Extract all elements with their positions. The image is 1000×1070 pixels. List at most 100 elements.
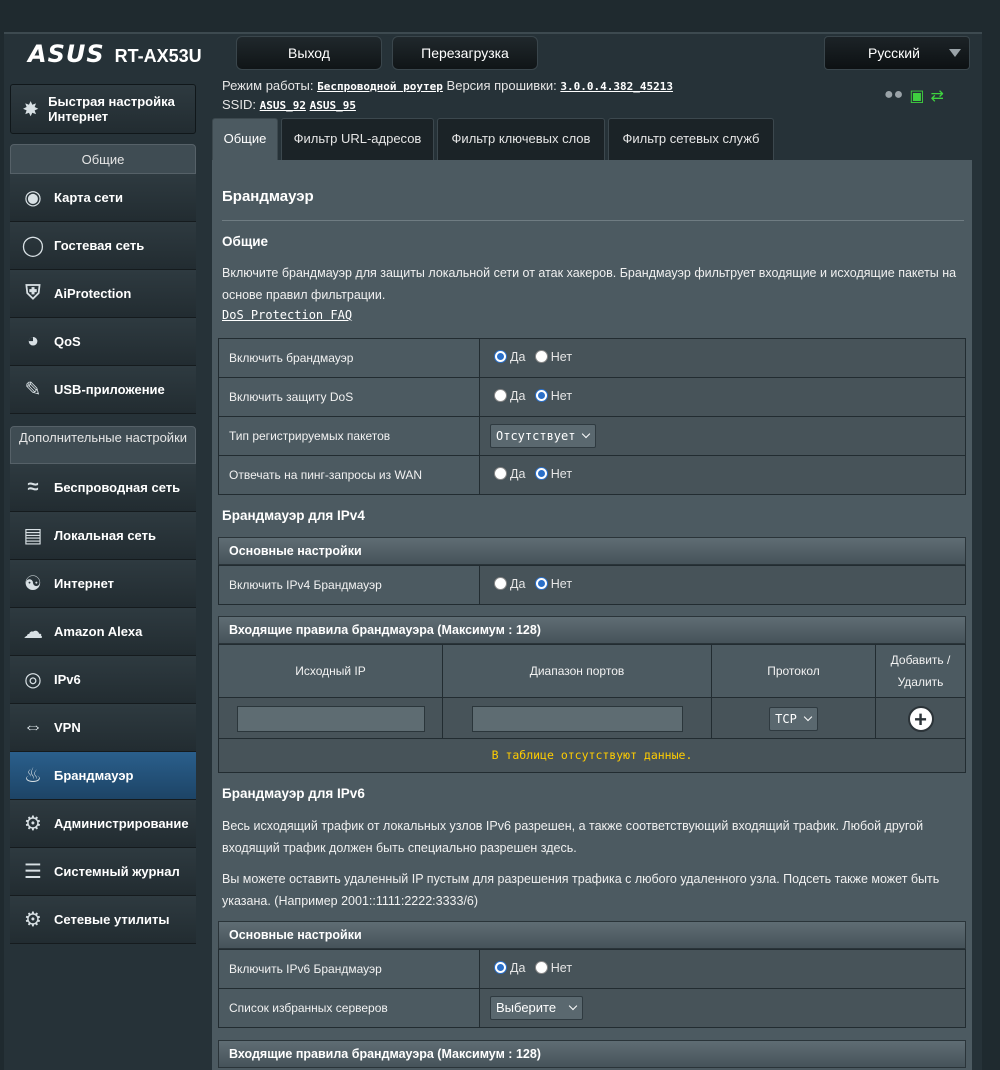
radio-dot[interactable] xyxy=(494,350,507,364)
enable-dos-yes[interactable]: Да xyxy=(494,389,525,403)
add-rule-button[interactable]: + xyxy=(907,705,934,732)
sidebar-item-aiprotection[interactable]: ⛨ AiProtection xyxy=(10,270,196,318)
source-ip-input[interactable] xyxy=(236,705,425,732)
firmware-link[interactable]: 3.0.0.4.382_45213 xyxy=(560,80,673,93)
sidebar-item-ipv6[interactable]: ◎ IPv6 xyxy=(10,656,196,704)
radio-dot[interactable] xyxy=(494,389,507,403)
protocol-select[interactable]: TCP xyxy=(769,706,818,731)
row-log-type: Тип регистрируемых пакетов Отсутствует xyxy=(218,416,966,456)
fav-servers-label: Список избранных серверов xyxy=(218,988,480,1028)
brand-text: ASUS xyxy=(28,40,105,68)
ssid-link-1[interactable]: ASUS_92 xyxy=(260,99,306,112)
radio-dot[interactable] xyxy=(534,961,548,975)
enable-ipv4-no[interactable]: Нет xyxy=(534,576,573,591)
sidebar-item-vpn[interactable]: ⇔ VPN xyxy=(10,704,196,752)
mode-firmware-line: Режим работы: Беспроводной роутер Версия… xyxy=(222,78,673,93)
ping-wan-options: Да Нет xyxy=(479,455,966,495)
dos-faq-link[interactable]: DoS Protection FAQ xyxy=(222,308,352,322)
enable-ipv6-no[interactable]: Нет xyxy=(534,961,572,975)
radio-dot[interactable] xyxy=(494,577,507,591)
vpn-icon: ⇔ xyxy=(23,716,43,738)
admin-gear-icon: ⚙ xyxy=(24,813,42,835)
enable-ipv4-yes[interactable]: Да xyxy=(494,577,525,591)
page-title: Брандмауэр xyxy=(222,188,314,205)
sidebar-item-network-map[interactable]: ◉ Карта сети xyxy=(10,174,196,222)
enable-ipv6-options: Да Нет xyxy=(479,949,966,989)
internet-icon: ☯ xyxy=(24,573,42,595)
alexa-icon: ☁ xyxy=(23,621,43,643)
sidebar-item-network-tools[interactable]: ⚙ Сетевые утилиты xyxy=(10,896,196,944)
tab-keyword-filter[interactable]: Фильтр ключевых слов xyxy=(437,118,605,160)
enable-ipv6-label: Включить IPv6 Брандмауэр xyxy=(218,949,480,989)
inbound-rules-bar: Входящие правила брандмауэра (Максимум :… xyxy=(218,616,966,644)
sidebar-item-administration[interactable]: ⚙ Администрирование xyxy=(10,800,196,848)
sidebar-item-wireless[interactable]: ≈ Беспроводная сеть xyxy=(10,464,196,512)
sidebar-item-usb-app[interactable]: ✎ USB-приложение xyxy=(10,366,196,414)
ping-wan-label: Отвечать на пинг-запросы из WAN xyxy=(218,455,480,495)
radio-dot[interactable] xyxy=(534,467,548,481)
ping-wan-no[interactable]: Нет xyxy=(534,466,573,481)
tab-general[interactable]: Общие xyxy=(212,118,278,160)
enable-dos-options: Да Нет xyxy=(479,377,966,417)
ipv6-settings-table: Включить IPv6 Брандмауэр Да Нет Список и… xyxy=(218,949,966,1028)
port-range-input[interactable] xyxy=(471,705,683,732)
connection-icon[interactable]: ▣ xyxy=(909,86,924,106)
radio-dot[interactable] xyxy=(494,467,507,481)
sidebar-item-label: Гостевая сеть xyxy=(54,238,145,253)
ipv6-inbound-rules-bar: Входящие правила брандмауэра (Максимум :… xyxy=(218,1040,966,1068)
protocol-cell: TCP xyxy=(711,697,876,740)
row-enable-firewall: Включить брандмауэр Да Нет xyxy=(218,338,966,378)
quick-internet-setup[interactable]: ✸ Быстрая настройка Интернет xyxy=(10,84,196,134)
general-settings-table: Включить брандмауэр Да Нет Включить защи… xyxy=(218,338,966,495)
enable-firewall-no[interactable]: Нет xyxy=(534,350,572,364)
port-range-cell xyxy=(442,697,712,740)
enable-firewall-label: Включить брандмауэр xyxy=(218,338,480,378)
ipv6-description-1: Весь исходящий трафик от локальных узлов… xyxy=(222,819,924,855)
yes-label: Да xyxy=(510,960,526,975)
sidebar-item-label: IPv6 xyxy=(54,672,81,687)
sidebar-item-label: USB-приложение xyxy=(54,382,165,397)
sidebar-item-firewall[interactable]: ♨ Брандмауэр xyxy=(10,752,196,800)
ssid-line: SSID: ASUS_92 ASUS_95 xyxy=(222,97,356,112)
radio-dot[interactable] xyxy=(534,350,548,364)
enable-ipv6-yes[interactable]: Да xyxy=(494,961,525,975)
log-type-select[interactable]: Отсутствует xyxy=(490,424,597,448)
enable-firewall-yes[interactable]: Да xyxy=(494,350,525,364)
language-select[interactable]: Русский xyxy=(824,36,970,70)
ipv6-basic-settings-bar: Основные настройки xyxy=(218,921,966,949)
sidebar-item-alexa[interactable]: ☁ Amazon Alexa xyxy=(10,608,196,656)
sidebar-item-qos[interactable]: ◕ QoS xyxy=(10,318,196,366)
radio-dot[interactable] xyxy=(534,389,548,403)
sidebar-item-lan[interactable]: ▤ Локальная сеть xyxy=(10,512,196,560)
sidebar-item-label: AiProtection xyxy=(54,286,132,301)
col-add-remove: Добавить / Удалить xyxy=(875,644,966,698)
radio-dot[interactable] xyxy=(494,961,507,975)
log-type-value: Отсутствует xyxy=(496,429,576,443)
usb-icon[interactable]: ⇄ xyxy=(930,86,943,106)
model-name: RT-AX53U xyxy=(114,46,202,66)
enable-dos-no[interactable]: Нет xyxy=(534,388,573,403)
qos-icon: ◕ xyxy=(26,330,40,352)
no-label: Нет xyxy=(550,388,573,403)
wireless-icon: ≈ xyxy=(27,476,39,498)
col-source-ip: Исходный IP xyxy=(218,644,443,698)
no-label: Нет xyxy=(550,466,573,481)
advanced-header: Дополнительные настройки xyxy=(10,426,196,464)
usb-app-icon: ✎ xyxy=(24,379,42,401)
source-ip-cell xyxy=(218,697,443,740)
logout-button[interactable]: Выход xyxy=(236,36,382,70)
sidebar-item-label: VPN xyxy=(54,720,81,735)
sidebar-item-internet[interactable]: ☯ Интернет xyxy=(10,560,196,608)
reboot-button[interactable]: Перезагрузка xyxy=(392,36,538,70)
mode-link[interactable]: Беспроводной роутер xyxy=(317,80,443,93)
tab-network-services-filter[interactable]: Фильтр сетевых служб xyxy=(608,118,774,160)
no-label: Нет xyxy=(550,576,573,591)
tab-url-filter[interactable]: Фильтр URL-адресов xyxy=(281,118,434,160)
sidebar-item-syslog[interactable]: ☰ Системный журнал xyxy=(10,848,196,896)
ping-wan-yes[interactable]: Да xyxy=(494,467,525,481)
sidebar-item-guest-network[interactable]: ◯ Гостевая сеть xyxy=(10,222,196,270)
radio-dot[interactable] xyxy=(534,577,548,591)
fav-servers-select[interactable]: Выберите xyxy=(490,996,584,1020)
ssid-link-2[interactable]: ASUS_95 xyxy=(310,99,356,112)
clients-icon[interactable]: ●● xyxy=(884,86,903,106)
